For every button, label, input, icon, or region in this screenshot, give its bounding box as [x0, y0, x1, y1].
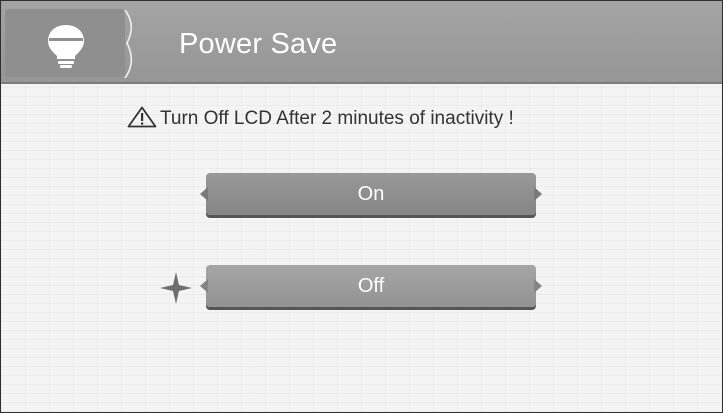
button-left-cap-icon [200, 187, 208, 201]
page-title: Power Save [179, 28, 338, 60]
button-left-cap-icon [200, 279, 208, 293]
info-message: Turn Off LCD After 2 minutes of inactivi… [127, 106, 514, 130]
off-button-label: Off [357, 275, 385, 297]
button-right-cap-icon [534, 187, 542, 201]
button-right-cap-icon [534, 279, 542, 293]
lightbulb-icon [48, 25, 84, 68]
on-button-label: On [357, 183, 385, 205]
off-button[interactable]: Off [200, 265, 542, 307]
header-icon-box [5, 9, 125, 77]
warning-icon [127, 106, 157, 128]
header-divider [124, 9, 133, 79]
power-save-screen: Power Save Turn Off LCD After 2 minutes … [0, 0, 723, 413]
info-message-text: Turn Off LCD After 2 minutes of inactivi… [160, 108, 514, 129]
on-button[interactable]: On [200, 173, 542, 215]
header-bar: Power Save [1, 1, 722, 84]
four-point-star-icon [160, 272, 192, 304]
